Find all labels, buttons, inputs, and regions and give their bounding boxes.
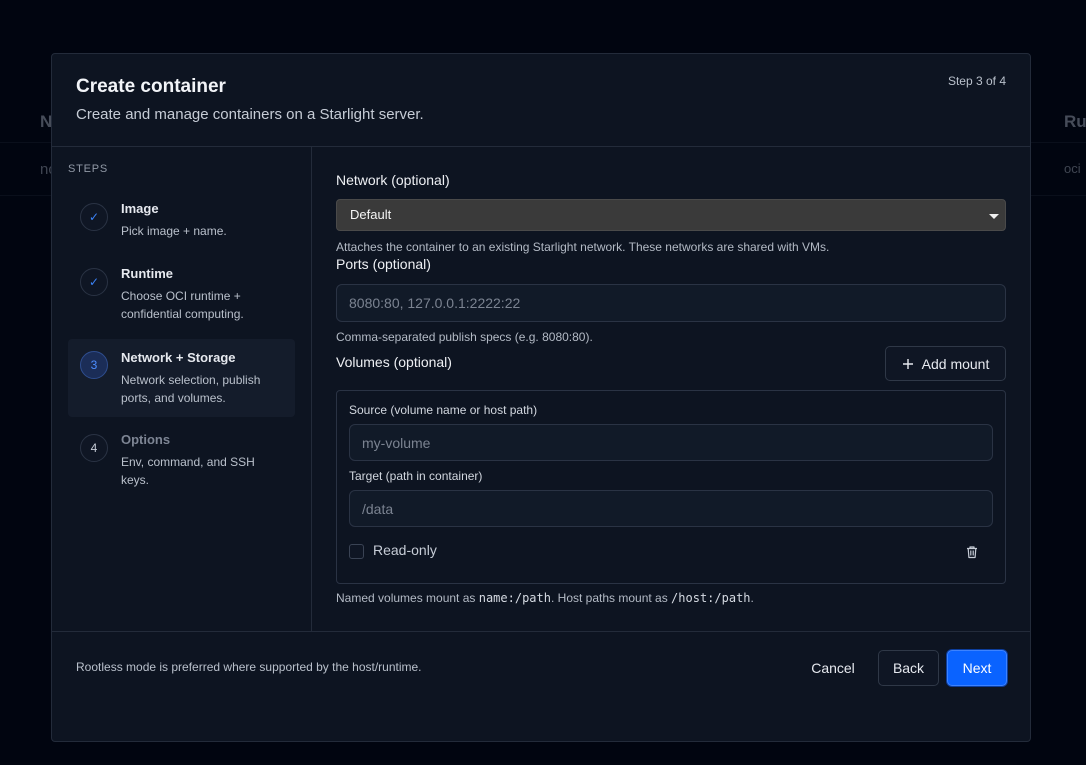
step-title: Runtime: [121, 266, 173, 281]
target-input[interactable]: /data: [349, 490, 993, 527]
network-label: Network (optional): [336, 172, 450, 188]
step-runtime[interactable]: ✓ Runtime Choose OCI runtime + confident…: [68, 258, 295, 330]
cancel-button[interactable]: Cancel: [800, 650, 866, 686]
step-number-badge: 3: [80, 351, 108, 379]
step-description: Choose OCI runtime + confidential comput…: [121, 289, 244, 321]
dialog-header: Create container Create and manage conta…: [52, 54, 1030, 147]
dialog-footer: Rootless mode is preferred where support…: [52, 631, 1030, 741]
step-number-badge: 4: [80, 434, 108, 462]
step-options[interactable]: 4 Options Env, command, and SSH keys.: [68, 424, 295, 496]
dialog-subtitle: Create and manage containers on a Starli…: [76, 106, 424, 123]
target-label: Target (path in container): [349, 469, 483, 483]
add-mount-label: Add mount: [921, 355, 990, 372]
target-placeholder: /data: [362, 500, 394, 517]
ports-input[interactable]: 8080:80, 127.0.0.1:2222:22: [336, 284, 1006, 322]
plus-icon: [902, 358, 913, 369]
readonly-label[interactable]: Read-only: [373, 542, 437, 558]
back-button[interactable]: Back: [878, 650, 939, 686]
steps-heading: STEPS: [68, 163, 109, 175]
volumes-help-prefix: Named volumes mount as: [336, 591, 479, 605]
check-icon: ✓: [80, 268, 108, 296]
steps-sidebar: STEPS ✓ Image Pick image + name. ✓ Runti…: [52, 147, 312, 631]
source-placeholder: my-volume: [362, 434, 431, 451]
caret-down-icon: [989, 214, 999, 219]
volumes-help-suffix: .: [750, 591, 754, 605]
step-title: Image: [121, 201, 159, 216]
volumes-label: Volumes (optional): [336, 354, 452, 370]
ports-help: Comma-separated publish specs (e.g. 8080…: [336, 330, 593, 344]
ports-label: Ports (optional): [336, 256, 431, 272]
step-content: Network (optional) Default Attaches the …: [312, 147, 1030, 631]
network-select[interactable]: Default: [336, 199, 1006, 231]
dialog-title: Create container: [76, 76, 226, 97]
step-counter: Step 3 of 4: [947, 74, 1006, 88]
source-label: Source (volume name or host path): [349, 403, 538, 417]
add-mount-button[interactable]: Add mount: [885, 346, 1006, 381]
next-button[interactable]: Next: [947, 650, 1007, 686]
ports-placeholder: 8080:80, 127.0.0.1:2222:22: [349, 295, 521, 311]
step-image[interactable]: ✓ Image Pick image + name.: [68, 193, 295, 249]
step-title: Options: [121, 432, 171, 447]
network-selected-value: Default: [350, 207, 392, 222]
rootless-note: Rootless mode is preferred where support…: [76, 660, 422, 674]
network-help: Attaches the container to an existing St…: [336, 240, 830, 254]
check-icon: ✓: [80, 203, 108, 231]
volumes-help-middle: . Host paths mount as: [550, 591, 672, 605]
named-volume-syntax: name:/path: [478, 591, 551, 605]
step-title: Network + Storage: [121, 350, 236, 365]
create-container-dialog: Create container Create and manage conta…: [51, 53, 1031, 742]
volumes-help: Named volumes mount as name:/path. Host …: [336, 591, 754, 605]
step-network-storage[interactable]: 3 Network + Storage Network selection, p…: [68, 339, 295, 417]
step-description: Pick image + name.: [121, 224, 227, 238]
source-input[interactable]: my-volume: [349, 424, 993, 461]
host-path-syntax: /host:/path: [671, 591, 751, 605]
trash-icon[interactable]: [965, 545, 979, 559]
readonly-checkbox[interactable]: [349, 544, 364, 559]
step-description: Network selection, publish ports, and vo…: [121, 373, 261, 405]
volume-mount-card: Source (volume name or host path) my-vol…: [336, 390, 1006, 584]
step-description: Env, command, and SSH keys.: [121, 455, 255, 487]
